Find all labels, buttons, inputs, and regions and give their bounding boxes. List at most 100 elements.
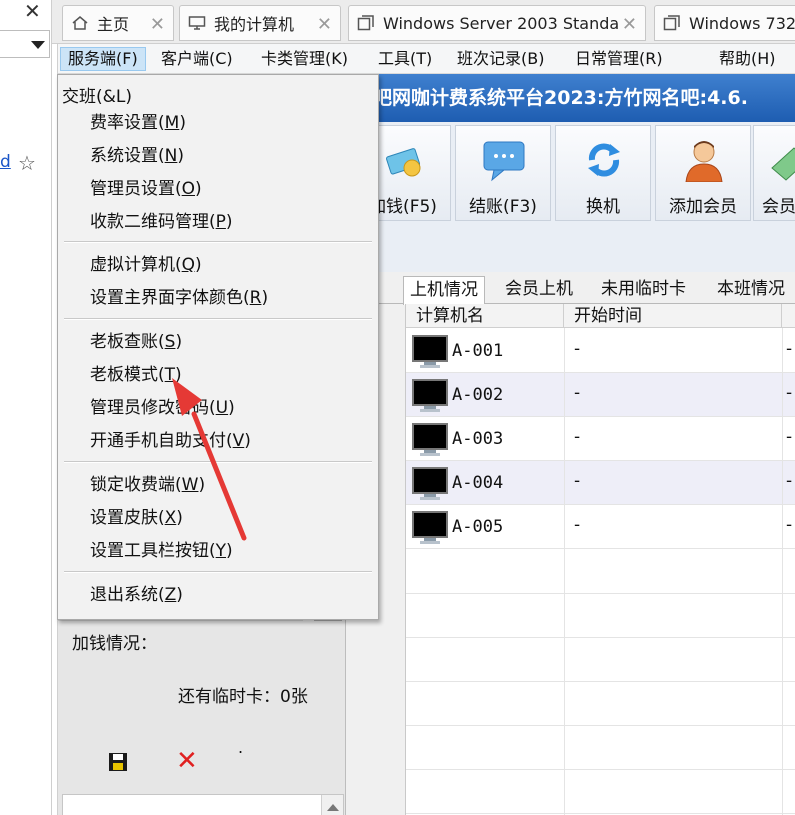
tab-member-online[interactable]: 会员上机 (499, 276, 579, 304)
table-row[interactable]: A-003 - - (406, 417, 795, 461)
column-header-computer-name[interactable]: 计算机名 (406, 304, 564, 328)
menu-item-hotkey: N (164, 146, 178, 166)
menu-item-tail: ) (176, 585, 183, 605)
table-row[interactable]: A-005 - - (406, 505, 795, 549)
menu-item-tail: ) (261, 288, 269, 308)
add-member-button[interactable]: 添加会员 (655, 125, 751, 221)
menu-item-exit[interactable]: 退出系统(Z) (90, 580, 183, 610)
menu-item-qr-management[interactable]: 收款二维码管理(P) (90, 207, 233, 237)
start-time: - (574, 471, 581, 491)
menu-item-boss-audit[interactable]: 老板查账(S) (90, 327, 182, 357)
toolbar-label: 添加会员 (669, 197, 737, 217)
tab-label: 我的计算机 (214, 15, 295, 34)
menubar: 服务端(F) 客户端(C) 卡类管理(K) 工具(T) 班次记录(B) 日常管理… (58, 44, 795, 74)
menu-item-label: 费率设置( (90, 113, 165, 133)
menu-item-rate-settings[interactable]: 费率设置(M) (90, 108, 186, 138)
tab-shift-status[interactable]: 本班情况 (711, 276, 791, 304)
grid-line (406, 681, 795, 682)
app-title: 吧网咖计费系统平台2023:方竹网名吧:4.6. (373, 87, 748, 109)
annotation-arrow-icon (172, 378, 247, 541)
extra-cell: - (786, 383, 793, 403)
menu-item-hotkey: M (164, 113, 180, 133)
user-icon (685, 141, 723, 182)
menu-separator (64, 318, 372, 320)
tab-online-status[interactable]: 上机情况 (403, 276, 485, 305)
menu-item-label: 退出系统( (90, 585, 165, 605)
menu-daily-management[interactable]: 日常管理(R) (568, 47, 670, 71)
member-button[interactable]: 会员 (753, 125, 795, 221)
money-icon (386, 148, 421, 177)
side-link[interactable]: d (0, 152, 11, 172)
grid-header: 计算机名 开始时间 ↑ (406, 304, 795, 328)
computer-name: A-001 (452, 341, 504, 361)
monitor-icon (412, 423, 448, 456)
menu-client[interactable]: 客户端(C) (154, 47, 240, 71)
add-money-status-label: 加钱情况： (72, 634, 157, 654)
menu-item-virtual-computer[interactable]: 虚拟计算机(Q) (90, 250, 202, 280)
menu-item-admin-settings[interactable]: 管理员设置(O) (90, 174, 202, 204)
refresh-icon (588, 143, 620, 177)
menu-item-tail: ) (179, 113, 186, 133)
checkout-button[interactable]: 结账(F3) (455, 125, 551, 221)
menu-item-tail: ) (195, 179, 202, 199)
menu-help[interactable]: 帮助(H) (712, 47, 783, 71)
menu-shift-records[interactable]: 班次记录(B) (450, 47, 551, 71)
column-header-next[interactable]: ↑ (782, 304, 795, 328)
menu-card-management[interactable]: 卡类管理(K) (254, 47, 355, 71)
scroll-up-button[interactable] (321, 795, 343, 815)
column-header-start-time[interactable]: 开始时间 (564, 304, 782, 328)
grid-line (406, 593, 795, 594)
delete-icon[interactable]: ✕ (176, 748, 198, 774)
tab-my-computer[interactable]: 我的计算机 ✕ (179, 5, 341, 41)
table-row[interactable]: A-002 - - (406, 373, 795, 417)
tab-home[interactable]: 主页 ✕ (62, 5, 174, 41)
monitor-icon (412, 467, 448, 500)
menu-tools[interactable]: 工具(T) (371, 47, 439, 71)
address-dropdown[interactable] (0, 30, 50, 58)
menu-item-tail: ) (175, 332, 183, 352)
menu-item-system-settings[interactable]: 系统设置(N) (90, 141, 184, 171)
computer-name: A-003 (452, 429, 504, 449)
table-row[interactable]: A-004 - - (406, 461, 795, 505)
computer-name: A-004 (452, 473, 504, 493)
menu-item-label: 设置皮肤( (90, 508, 165, 528)
tab-unused-temp-cards[interactable]: 未用临时卡 (595, 276, 692, 304)
close-icon[interactable]: ✕ (317, 14, 332, 35)
tab-windows-server[interactable]: Windows Server 2003 Standar... ✕ (348, 5, 646, 41)
start-time: - (574, 427, 581, 447)
tab-windows-7[interactable]: Windows 732 (654, 5, 795, 41)
table-row[interactable]: A-001 - - (406, 329, 795, 373)
machine-panel: 上机情况 会员上机 未用临时卡 本班情况 计算机名 开始时间 ↑ A-001 -… (347, 272, 795, 815)
toolbar-label: 换机 (586, 197, 620, 217)
computer-grid: 计算机名 开始时间 ↑ A-001 - - A-002 - - A-003 - … (405, 304, 795, 815)
close-icon[interactable]: ✕ (24, 0, 41, 22)
menu-item-tail: ) (195, 255, 202, 275)
extra-cell: - (786, 427, 793, 447)
menu-item-hotkey: Q (181, 255, 196, 275)
browser-tab-bar: 主页 ✕ 我的计算机 ✕ Windows Server 2003 Standar… (52, 0, 795, 44)
menu-separator (64, 241, 372, 243)
menu-item-hotkey: R (249, 288, 262, 308)
switch-machine-button[interactable]: 换机 (555, 125, 651, 221)
close-icon[interactable]: ✕ (622, 14, 637, 35)
menu-server[interactable]: 服务端(F) (60, 47, 146, 71)
chat-icon (483, 141, 525, 182)
extra-cell: - (786, 515, 793, 535)
computer-name: A-002 (452, 385, 504, 405)
star-icon[interactable]: ☆ (18, 151, 36, 175)
menu-separator (64, 571, 372, 573)
menu-item-font-color[interactable]: 设置主界面字体颜色(R) (90, 283, 268, 313)
home-icon (72, 16, 88, 30)
memo-textarea[interactable] (62, 794, 344, 815)
chevron-down-icon (31, 41, 45, 49)
temp-card-count-label: 还有临时卡：0张 (178, 687, 308, 707)
computer-name: A-005 (452, 517, 504, 537)
start-time: - (574, 515, 581, 535)
menu-item-label: 老板模式( (90, 365, 165, 385)
save-icon[interactable] (108, 752, 128, 772)
view-tabs: 上机情况 会员上机 未用临时卡 本班情况 (347, 272, 795, 305)
grid-line (406, 769, 795, 770)
close-icon[interactable]: ✕ (150, 14, 165, 35)
grid-column-line (782, 328, 783, 815)
tab-label: 主页 (97, 15, 130, 34)
